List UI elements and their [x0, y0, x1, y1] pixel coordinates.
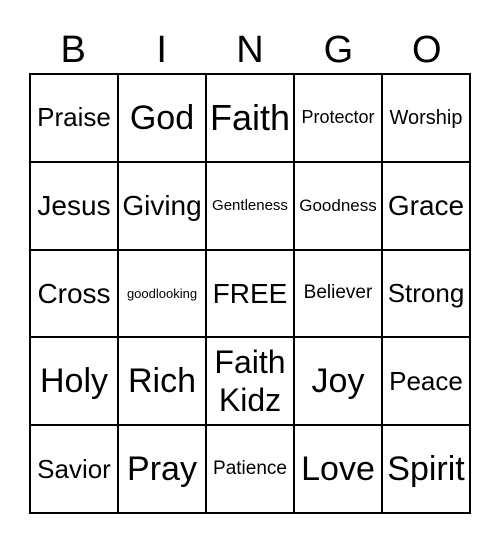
header-letter-b: B — [60, 29, 86, 71]
bingo-header: B I N G O — [29, 28, 471, 72]
bingo-cell[interactable]: Jesus — [30, 161, 118, 250]
bingo-cell[interactable]: Joy — [294, 337, 382, 426]
bingo-cell[interactable]: Spirit — [382, 425, 470, 513]
bingo-grid: Praise God Faith Protector Worship Jesus Givin… — [29, 73, 471, 514]
bingo-cell[interactable]: Protector — [294, 74, 382, 162]
bingo-cell[interactable]: FREE — [206, 249, 294, 338]
header-letter-i: I — [156, 29, 167, 71]
bingo-cell[interactable]: God — [118, 74, 206, 162]
bingo-cell[interactable]: Savior — [30, 425, 118, 513]
bingo-cell[interactable]: Praise — [30, 74, 118, 162]
bingo-cell[interactable]: Goodness — [294, 161, 382, 250]
bingo-cell[interactable]: Rich — [118, 337, 206, 426]
bingo-cell[interactable]: Strong — [382, 249, 470, 338]
bingo-cell[interactable]: Gentleness — [206, 161, 294, 250]
bingo-cell[interactable]: Holy — [30, 337, 118, 426]
bingo-cell[interactable]: Giving — [118, 161, 206, 250]
bingo-cell[interactable]: Love — [294, 425, 382, 513]
bingo-cell[interactable]: Faith — [206, 74, 294, 162]
bingo-cell[interactable]: Peace — [382, 337, 470, 426]
bingo-cell[interactable]: Cross — [30, 249, 118, 338]
bingo-cell[interactable]: Pray — [118, 425, 206, 513]
bingo-cell[interactable]: Patience — [206, 425, 294, 513]
bingo-cell[interactable]: goodlooking — [118, 249, 206, 338]
header-letter-g: G — [323, 29, 354, 71]
bingo-cell[interactable]: Worship — [382, 74, 470, 162]
bingo-cell[interactable]: Faith Kidz — [206, 337, 294, 426]
header-letter-n: N — [236, 29, 264, 71]
bingo-cell[interactable]: Grace — [382, 161, 470, 250]
bingo-cell[interactable]: Believer — [294, 249, 382, 338]
header-letter-o: O — [412, 29, 442, 71]
